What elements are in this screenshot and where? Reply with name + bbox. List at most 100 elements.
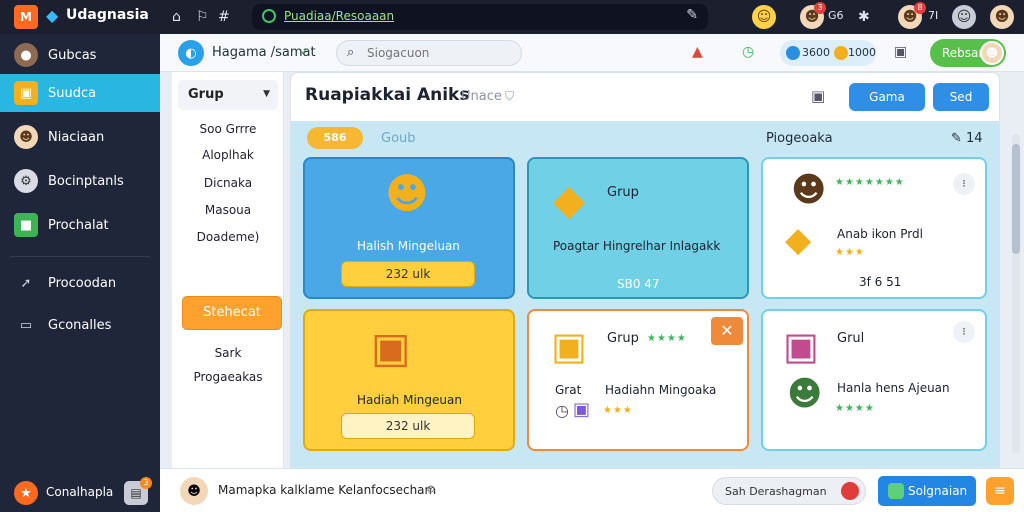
category-dropdown-label: Grup [188, 87, 224, 102]
shield-icon: ⛉ [505, 89, 515, 103]
bottom-input[interactable]: Sah Derashagman [712, 477, 866, 505]
gem-count: 3600 [802, 46, 830, 59]
home-icon[interactable]: ⌂ [172, 6, 181, 28]
main-header: ◐ Hagama /samat ✓ ⌕ ▲ ◷ 3600 1000 ▣ Rebs… [160, 34, 1024, 72]
settings-icon[interactable]: ⚙ [426, 483, 436, 496]
app-logo[interactable]: M [14, 5, 38, 29]
fire-icon[interactable]: ▲ [692, 44, 703, 60]
reward-card[interactable]: ▣ Hadiah Mingeuan 232 ulk [303, 309, 515, 451]
reward-card[interactable]: ▣ Grup ★★★★ ✕ Grat Hadiahn Mingoaka ◷ ▣ … [527, 309, 749, 451]
avatar-icon: ☻ [980, 41, 1004, 65]
top-bar: M ◆ Udagnasia ⌂ ⚐ # Puadiaa/Resoaaan ✎ ☺… [0, 0, 1024, 34]
sidebar-item-bocinptanls[interactable]: ⚙ Bocinptanls [0, 162, 160, 200]
app-title: Udagnasia [66, 7, 149, 23]
scrollbar[interactable] [1012, 134, 1020, 454]
sidebar-item-procoodan[interactable]: ➚ Procoodan [0, 264, 160, 302]
card-value-pill[interactable]: 232 ulk [341, 413, 475, 439]
bag-icon[interactable]: ▣ [894, 44, 907, 60]
gem-icon [786, 46, 800, 60]
sidebar-footer-label[interactable]: Conalhapla [46, 485, 113, 499]
sidebar-divider [10, 256, 150, 257]
search-box[interactable]: ⌕ [336, 40, 522, 66]
check-icon [888, 483, 904, 499]
category-footer-link[interactable]: Sark [172, 346, 284, 360]
game-button[interactable]: Gama [849, 83, 925, 111]
sidebar-item-gconalles[interactable]: ▭ Gconalles [0, 306, 160, 344]
category-item[interactable]: Aloplhak [172, 148, 284, 162]
select-button[interactable]: Stehecat [182, 296, 282, 330]
card-title: Grul [837, 331, 865, 346]
lock-icon [262, 9, 276, 23]
verified-icon: ✓ [300, 45, 310, 58]
sidebar-item-label: Gubcas [48, 47, 97, 63]
close-icon[interactable]: ✕ [711, 317, 743, 345]
star-icon[interactable]: ★ [14, 481, 38, 505]
category-footer-link[interactable]: Progaeakas [172, 370, 284, 384]
edit-icon[interactable]: ✎ 14 [951, 131, 983, 146]
category-dropdown[interactable]: Grup ▼ [178, 80, 278, 110]
sidebar-item-suudca[interactable]: ▣ Suudca [0, 74, 160, 112]
banner-count: 14 [966, 131, 983, 146]
address-bar[interactable]: Puadiaa/Resoaaan ✎ [252, 4, 708, 30]
face-icon[interactable]: ☺ [952, 5, 976, 29]
category-item[interactable]: Dicnaka [172, 176, 284, 190]
rating-stars: ★★★★ [835, 403, 875, 414]
reward-card[interactable]: ◆ Grup Poagtar Hingrelhar Inlagakk SB0 4… [527, 157, 749, 299]
clock-icon[interactable]: ◷ [742, 44, 754, 60]
sidebar-item-label: Gconalles [48, 317, 112, 333]
avatar-icon: ☻ [787, 374, 823, 414]
avatar-icon[interactable]: ☻ [180, 477, 208, 505]
scroll-thumb[interactable] [1012, 144, 1020, 254]
user-circle-icon: ● [14, 43, 38, 67]
reward-card[interactable]: ▣ Grul ⁝ ☻ Hanla hens Ajeuan ★★★★ [761, 309, 987, 451]
more-icon[interactable]: ⁝ [953, 173, 975, 195]
emoji-icon[interactable]: ☺ [752, 5, 776, 29]
user-avatar-icon[interactable]: ☻ [990, 5, 1014, 29]
search-input[interactable] [367, 46, 507, 60]
save-icon[interactable]: ▣ [811, 87, 825, 105]
profile-text: 7I [928, 9, 939, 22]
set-button[interactable]: Sed [933, 83, 989, 111]
grid-icon[interactable]: # [218, 6, 230, 28]
category-item[interactable]: Soo Grrre [172, 122, 284, 136]
sidebar-footer: ★ Conalhapla ▤ 3 [0, 474, 160, 512]
user-avatar[interactable]: ◐ [178, 40, 204, 66]
status-text: G6 [828, 9, 844, 22]
sidebar-item-prochalat[interactable]: ■ Prochalat [0, 206, 160, 244]
url-text[interactable]: Puadiaa/Resoaaan [284, 9, 394, 23]
category-item[interactable]: Doademe) [172, 230, 284, 244]
puzzle-icon[interactable]: ✱ [858, 6, 870, 28]
character-icon: ☻ [385, 169, 429, 218]
submit-button[interactable]: Solgnaian [878, 476, 976, 506]
rating-stars: ★★★ [835, 247, 865, 258]
reward-card[interactable]: ☻ ★★★★★★★ ⁝ ◆ Anab ikon Prdl ★★★ 3f 6 51 [761, 157, 987, 299]
sidebar-item-gubcas[interactable]: ● Gubcas [0, 36, 160, 74]
avatar-icon: ☻ [791, 170, 827, 210]
card-value: SB0 47 [617, 277, 660, 291]
bottom-input-text: Sah Derashagman [725, 485, 827, 498]
cube-icon: ■ [14, 213, 38, 237]
profile-badge: 8 [914, 2, 926, 14]
category-item[interactable]: Masoua [172, 203, 284, 217]
banner-label: Goub [381, 131, 416, 146]
treasure-box-icon: ▣ [371, 323, 411, 372]
header-action-button[interactable]: Rebsan ☻ [930, 39, 1006, 67]
card-value-pill[interactable]: 232 ulk [341, 261, 475, 287]
sidebar-item-niaciaan[interactable]: ☻ Niaciaan [0, 118, 160, 156]
reward-card[interactable]: ☻ Halish Mingeluan 232 ulk [303, 157, 515, 299]
more-icon[interactable]: ⁝ [953, 321, 975, 343]
menu-icon[interactable]: ≡ [986, 477, 1014, 505]
inbox-badge: 3 [140, 477, 152, 489]
search-icon: ⌕ [347, 45, 355, 60]
edit-icon[interactable]: ✎ [686, 7, 698, 23]
category-panel: Grup ▼ Soo Grrre Aloplhak Dicnaka Masoua… [172, 72, 284, 502]
coin-badge: 586 [307, 127, 363, 149]
record-icon[interactable] [841, 482, 859, 500]
sidebar-item-label: Prochalat [48, 217, 109, 233]
rating-stars: ★★★★ [647, 333, 687, 344]
card-title: Halish Mingeluan [357, 239, 460, 253]
card-name: Hanla hens Ajeuan [837, 381, 950, 395]
bookmark-icon[interactable]: ⚐ [196, 6, 209, 28]
gift-icon: ▣ [573, 399, 591, 420]
gift-box-icon: ▣ [783, 324, 819, 368]
